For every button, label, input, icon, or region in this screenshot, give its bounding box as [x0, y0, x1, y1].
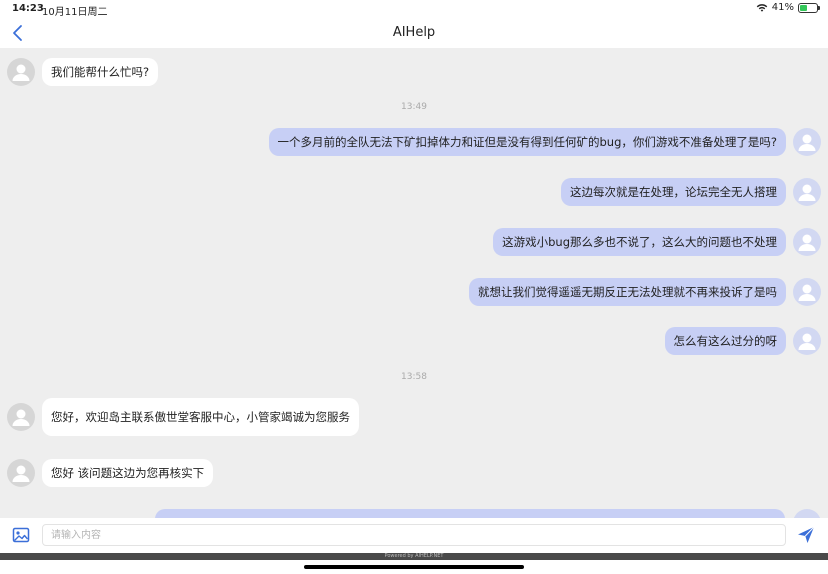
message-user: 这边每次就是在处理，论坛完全无人搭理	[561, 178, 821, 206]
person-icon	[12, 409, 30, 426]
agent-avatar	[7, 459, 35, 487]
status-time: 14:23	[12, 3, 44, 14]
status-bar: 14:23 10月11日周二 41%	[0, 0, 828, 18]
battery-percentage: 41%	[771, 2, 794, 13]
message-agent: 您好 该问题这边为您再核实下	[7, 459, 214, 487]
page-title: AIHelp	[392, 25, 436, 40]
message-bubble: 这边每次就是在处理，论坛完全无人搭理	[561, 178, 786, 206]
send-button[interactable]	[796, 525, 816, 545]
nav-bar: AIHelp	[0, 18, 828, 48]
timestamp: 13:58	[401, 372, 427, 382]
message-input[interactable]	[42, 524, 786, 546]
message-agent: 您好，欢迎岛主联系傲世堂客服中心，小管家竭诚为您服务	[7, 398, 359, 436]
person-icon	[798, 184, 816, 201]
user-avatar	[793, 327, 821, 355]
message-user: 就想让我们觉得遥遥无期反正无法处理就不再来投诉了是吗	[469, 278, 821, 306]
message-user: 怎么有这么过分的呀	[664, 327, 821, 355]
input-bar	[0, 518, 828, 553]
image-icon	[12, 527, 30, 543]
agent-avatar	[7, 58, 35, 86]
wifi-icon	[756, 3, 768, 12]
message-bubble: 就想让我们觉得遥遥无期反正无法处理就不再来投诉了是吗	[469, 278, 786, 306]
user-avatar	[793, 228, 821, 256]
message-bubble: 我们能帮什么忙吗?	[42, 58, 159, 86]
user-avatar	[793, 178, 821, 206]
status-date: 10月11日周二	[42, 7, 108, 18]
message-agent: 我们能帮什么忙吗?	[7, 58, 159, 86]
person-icon	[12, 465, 30, 482]
message-user: 一个多月前的全队无法下矿扣掉体力和证但是没有得到任何矿的bug，你们游戏不准备处…	[268, 128, 821, 156]
person-icon	[798, 234, 816, 251]
message-bubble-partial	[155, 509, 785, 518]
person-icon	[798, 284, 816, 301]
message-bubble: 您好，欢迎岛主联系傲世堂客服中心，小管家竭诚为您服务	[42, 398, 359, 436]
send-icon	[798, 526, 815, 543]
person-icon	[12, 64, 30, 81]
battery-icon	[798, 2, 820, 13]
message-bubble: 这游戏小bug那么多也不说了，这么大的问题也不处理	[493, 228, 786, 256]
user-avatar	[793, 278, 821, 306]
agent-avatar	[7, 403, 35, 431]
message-bubble: 怎么有这么过分的呀	[664, 327, 786, 355]
user-avatar	[793, 509, 821, 518]
user-avatar	[793, 128, 821, 156]
image-upload-button[interactable]	[12, 526, 30, 544]
message-bubble: 一个多月前的全队无法下矿扣掉体力和证但是没有得到任何矿的bug，你们游戏不准备处…	[268, 128, 786, 156]
message-user: 这游戏小bug那么多也不说了，这么大的问题也不处理	[493, 228, 821, 256]
chat-message-list[interactable]: 我们能帮什么忙吗? 13:49 一个多月前的全队无法下矿扣掉体力和证但是没有得到…	[0, 48, 828, 518]
status-indicators: 41%	[756, 2, 820, 13]
home-area	[0, 560, 828, 574]
person-icon	[798, 134, 816, 151]
person-icon	[798, 333, 816, 350]
timestamp: 13:49	[401, 102, 427, 112]
message-bubble: 您好 该问题这边为您再核实下	[42, 459, 214, 487]
powered-by-footer: Powered by AIHELP.NET	[0, 553, 828, 560]
home-indicator[interactable]	[304, 565, 524, 569]
